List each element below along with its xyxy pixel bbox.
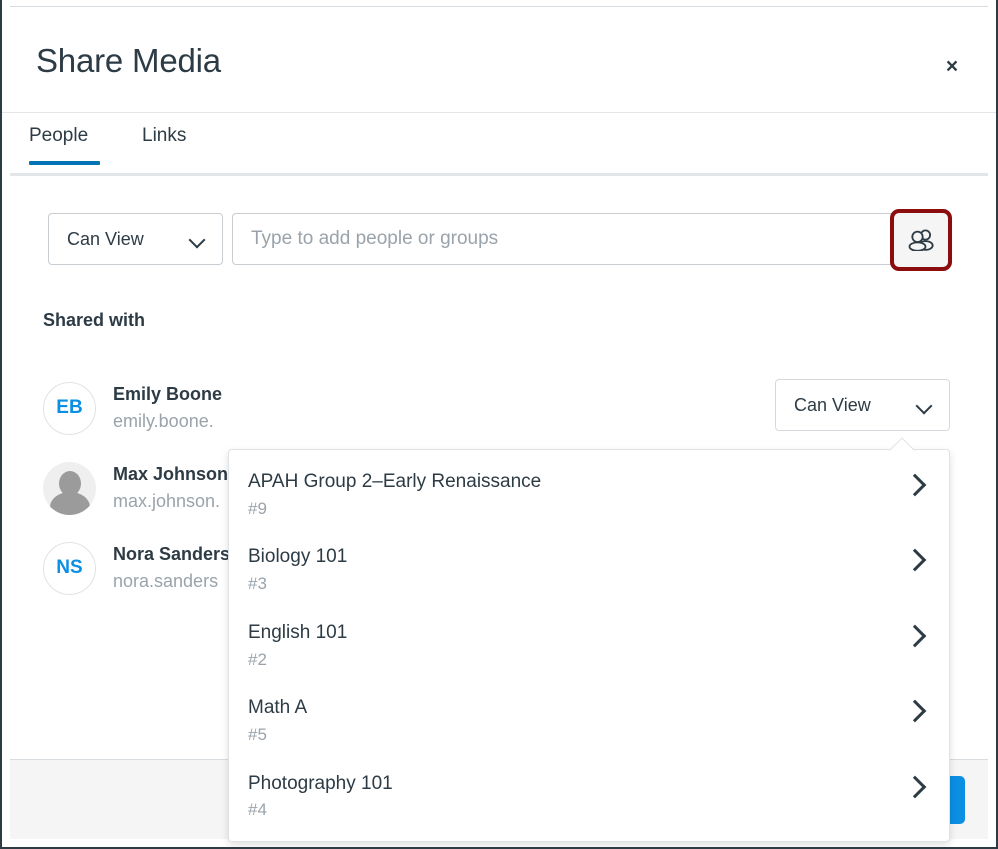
dropdown-item-4-sub: #4 bbox=[248, 798, 393, 822]
person-name: Emily Boone bbox=[113, 381, 222, 408]
dialog-body: Can View Shared with EB bbox=[2, 176, 996, 759]
shared-with-heading: Shared with bbox=[43, 310, 145, 331]
dropdown-item-0-title: APAH Group 2–Early Renaissance bbox=[248, 469, 541, 495]
role-select-person-0[interactable]: Can View bbox=[775, 379, 950, 431]
tab-links[interactable]: Links bbox=[142, 126, 186, 164]
avatar-shoulders bbox=[50, 492, 90, 515]
person-info: Max Johnson max.johnson. bbox=[113, 461, 228, 515]
chevron-right-icon bbox=[905, 550, 923, 568]
dropdown-item-0-sub: #9 bbox=[248, 497, 541, 521]
people-picker-button[interactable] bbox=[890, 209, 952, 271]
dropdown-item-1[interactable]: Biology 101 #3 bbox=[229, 531, 949, 606]
dropdown-item-4-text: Photography 101 #4 bbox=[248, 771, 393, 822]
dropdown-item-4[interactable]: Photography 101 #4 bbox=[229, 758, 949, 833]
person-email: max.johnson. bbox=[113, 488, 228, 515]
avatar-initials: EB bbox=[56, 397, 82, 419]
chevron-right-icon bbox=[905, 701, 923, 719]
groups-dropdown-menu: APAH Group 2–Early Renaissance #9 Biolog… bbox=[228, 449, 950, 842]
share-media-dialog: Share Media × People Links Can View bbox=[0, 0, 998, 849]
avatar: EB bbox=[43, 382, 96, 435]
person-email: emily.boone. bbox=[113, 408, 222, 435]
page-title: Share Media bbox=[36, 44, 221, 77]
role-select-person-0-label: Can View bbox=[794, 395, 871, 416]
chevron-right-icon bbox=[905, 475, 923, 493]
dropdown-item-2[interactable]: English 101 #2 bbox=[229, 607, 949, 682]
dropdown-item-3-text: Math A #5 bbox=[248, 695, 307, 746]
dropdown-item-1-sub: #3 bbox=[248, 572, 347, 596]
tab-bar: People Links bbox=[2, 114, 996, 176]
dropdown-item-2-sub: #2 bbox=[248, 648, 347, 672]
dropdown-item-3-title: Math A bbox=[248, 695, 307, 721]
close-icon[interactable]: × bbox=[934, 48, 970, 84]
chevron-right-icon bbox=[905, 626, 923, 644]
role-select-new-label: Can View bbox=[67, 229, 144, 250]
person-info: Emily Boone emily.boone. bbox=[113, 381, 222, 435]
dropdown-item-3-sub: #5 bbox=[248, 723, 307, 747]
dropdown-item-1-text: Biology 101 #3 bbox=[248, 544, 347, 595]
dropdown-item-0[interactable]: APAH Group 2–Early Renaissance #9 bbox=[229, 456, 949, 531]
people-input-wrapper bbox=[232, 213, 950, 265]
dropdown-item-4-title: Photography 101 bbox=[248, 771, 393, 797]
dropdown-item-0-text: APAH Group 2–Early Renaissance #9 bbox=[248, 469, 541, 520]
dropdown-item-2-text: English 101 #2 bbox=[248, 620, 347, 671]
dialog-header: Share Media × bbox=[2, 8, 996, 113]
search-input[interactable] bbox=[233, 214, 949, 264]
chevron-down-icon bbox=[917, 400, 933, 410]
dropdown-item-2-title: English 101 bbox=[248, 620, 347, 646]
top-divider bbox=[10, 6, 988, 7]
person-email: nora.sanders bbox=[113, 568, 230, 595]
chevron-right-icon bbox=[905, 777, 923, 795]
dropdown-item-3[interactable]: Math A #5 bbox=[229, 682, 949, 757]
person-info: Nora Sanders nora.sanders bbox=[113, 541, 230, 595]
avatar-initials: NS bbox=[56, 557, 82, 579]
person-name: Nora Sanders bbox=[113, 541, 230, 568]
people-group-icon bbox=[908, 229, 934, 251]
list-item: EB Emily Boone emily.boone. Can View bbox=[43, 368, 950, 448]
avatar: NS bbox=[43, 542, 96, 595]
add-people-row: Can View bbox=[48, 213, 950, 265]
chevron-down-icon bbox=[190, 234, 206, 244]
role-select-new[interactable]: Can View bbox=[48, 213, 223, 265]
tab-people[interactable]: People bbox=[29, 126, 100, 164]
person-name: Max Johnson bbox=[113, 461, 228, 488]
avatar bbox=[43, 462, 96, 515]
dropdown-item-1-title: Biology 101 bbox=[248, 544, 347, 570]
